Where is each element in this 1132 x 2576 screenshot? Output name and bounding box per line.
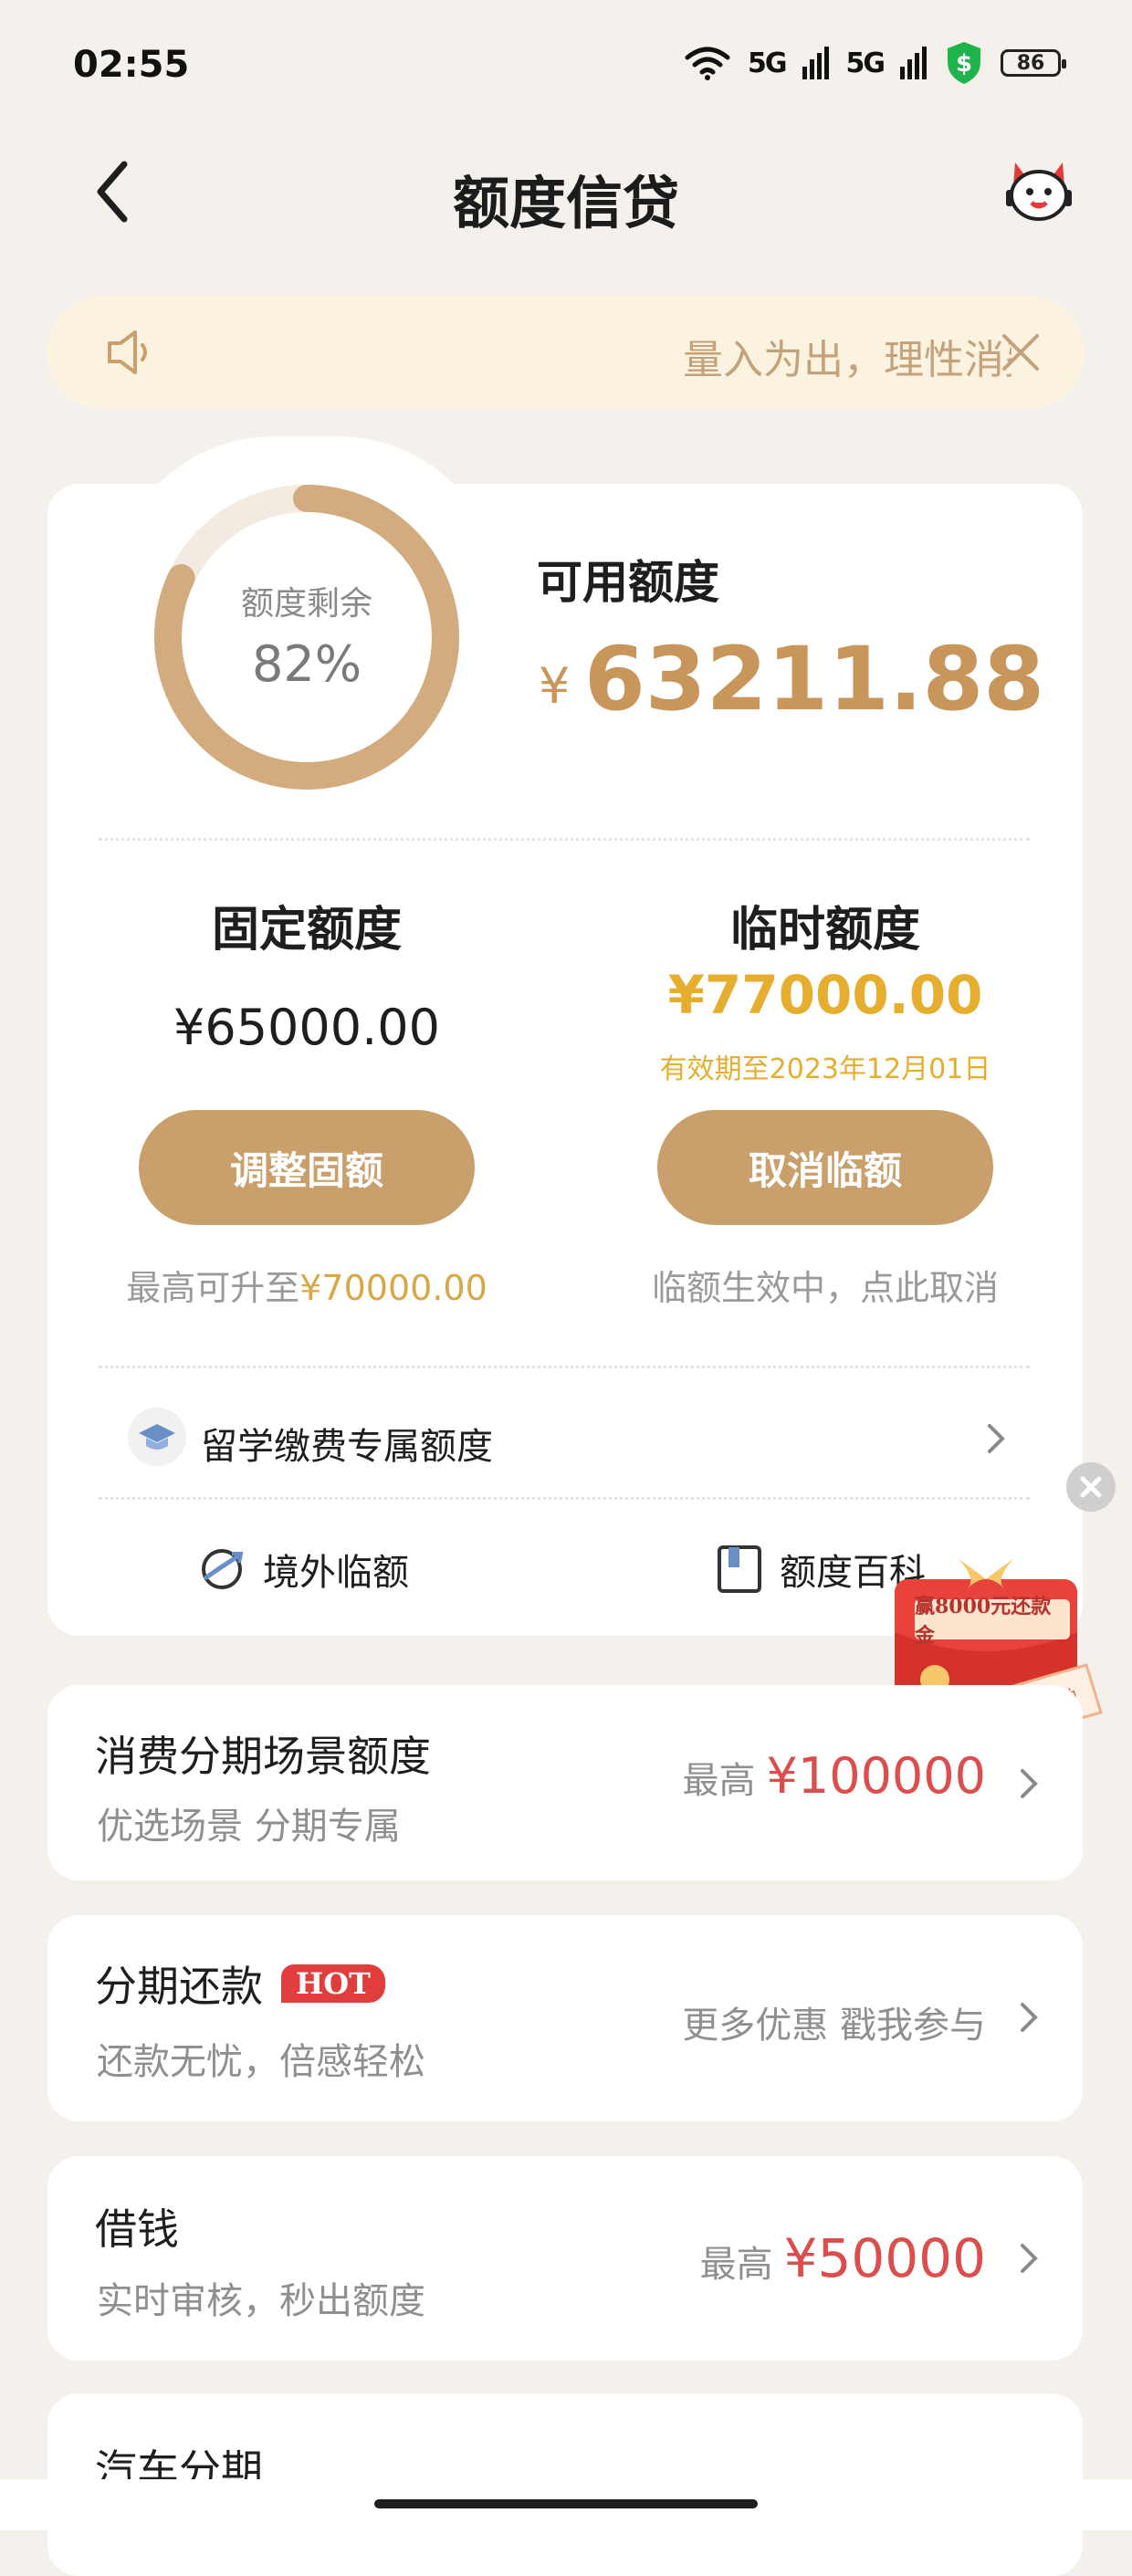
row-right-label: 最高 [699, 2244, 773, 2286]
row-title: 分期还款 [95, 1962, 263, 2011]
battery-icon: 86 [1001, 49, 1066, 77]
signal-icon-2: 5G [845, 47, 886, 79]
temp-valid-date: 有效期至2023年12月01日 [659, 1053, 991, 1085]
installment-scene-row[interactable]: 消费分期场景额度 优选场景 分期专属 最高 ¥100000 [47, 1685, 1083, 1880]
signal-bars-icon [900, 47, 927, 79]
chevron-right-icon [1021, 1769, 1038, 1798]
fixed-hint-prefix: 最高可升至 [126, 1268, 300, 1308]
row-right-value: ¥50000 [783, 2227, 986, 2289]
chevron-right-icon [988, 1424, 1005, 1453]
row-right-label: 最高 [682, 1760, 756, 1802]
row-subtitle: 还款无忧，倍感轻松 [97, 2041, 425, 2083]
signal-icon-1: 5G [748, 47, 787, 79]
available-currency: ¥ [539, 657, 571, 715]
fixed-amount: ¥65000.00 [173, 999, 441, 1056]
svg-text:$: $ [956, 50, 972, 78]
home-indicator[interactable] [374, 2499, 758, 2508]
shield-dollar-icon: $ [948, 42, 980, 84]
row-title: 借钱 [95, 2204, 179, 2254]
temp-hint[interactable]: 临额生效中，点此取消 [570, 1260, 1081, 1310]
wifi-icon [685, 47, 730, 80]
row-subtitle: 实时审核，秒出额度 [97, 2280, 425, 2322]
globe-plane-icon [202, 1549, 244, 1589]
divider [99, 838, 1030, 841]
divider [99, 1366, 1030, 1368]
row-right-label: 更多优惠 戳我参与 [682, 2005, 986, 2047]
status-time: 02:55 [73, 44, 190, 86]
temp-title: 临时额度 [729, 903, 920, 958]
page-title: 额度信贷 [452, 170, 679, 236]
row-right: 最高 ¥50000 [700, 2227, 986, 2289]
status-icons: 5G 5G $ 86 [684, 40, 1066, 86]
fixed-hint: 最高可升至¥70000.00 [51, 1260, 562, 1310]
study-abroad-row[interactable]: 留学缴费专属额度 [121, 1397, 1015, 1481]
notice-text: 量入为出，理性消费 [683, 337, 1011, 383]
installment-repay-row[interactable]: 分期还款 HOT 还款无忧，倍感轻松 更多优惠 戳我参与 [47, 1915, 1083, 2121]
cancel-temp-button[interactable]: 取消临额 [657, 1110, 993, 1225]
adjust-fixed-button[interactable]: 调整固额 [139, 1110, 475, 1225]
promo-text: 赢8000元还款金 [915, 1595, 1070, 1648]
book-icon [718, 1545, 761, 1593]
borrow-row[interactable]: 借钱 实时审核，秒出额度 最高 ¥50000 [47, 2156, 1083, 2361]
row-title: 消费分期场景额度 [95, 1732, 431, 1781]
mascot-icon[interactable] [1001, 153, 1077, 226]
promo-close-icon[interactable] [1066, 1462, 1116, 1512]
hot-badge: HOT [281, 1964, 385, 2003]
chevron-right-icon [1021, 2003, 1038, 2032]
signal-bars-icon [802, 47, 829, 79]
temp-amount: ¥77000.00 [667, 964, 983, 1026]
study-abroad-label: 留学缴费专属额度 [201, 1426, 493, 1468]
ring-percent: 82% [251, 635, 362, 693]
fixed-hint-value: ¥70000.00 [299, 1268, 487, 1308]
close-icon[interactable] [997, 329, 1044, 376]
divider [99, 1497, 1030, 1500]
available-label: 可用额度 [537, 556, 719, 609]
chevron-right-icon [1021, 2244, 1038, 2273]
ring-label: 额度剩余 [240, 585, 372, 623]
row-title-group: 分期还款 HOT [95, 1953, 385, 2014]
row-subtitle: 优选场景 分期专属 [97, 1806, 401, 1848]
overseas-label: 境外临额 [263, 1552, 409, 1594]
notice-bar[interactable]: 量入为出，理性消费 [47, 296, 1085, 409]
speaker-icon [108, 330, 147, 374]
row-right: 最高 ¥100000 [683, 1747, 987, 1805]
graduation-cap-icon [128, 1408, 186, 1466]
available-amount: 63211.88 [584, 628, 1045, 730]
fixed-title: 固定额度 [211, 903, 402, 958]
row-right-value: ¥100000 [766, 1747, 987, 1805]
overseas-link[interactable]: 境外临额 [197, 1543, 409, 1596]
